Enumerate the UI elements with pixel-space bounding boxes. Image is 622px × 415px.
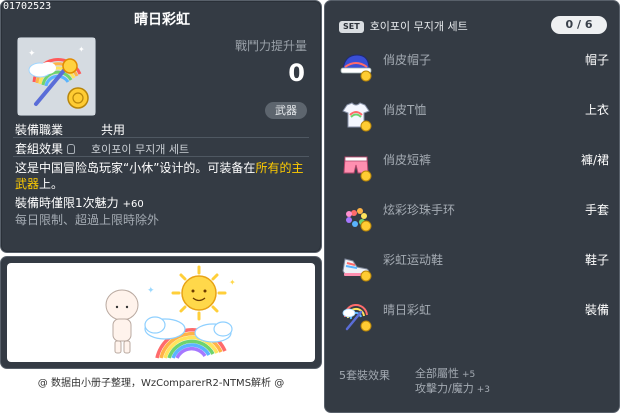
set-bonus-label: 5套裝效果 (339, 369, 390, 382)
piece-name: 炫彩珍珠手环 (383, 203, 456, 217)
charm-row: 裝備時僅限1次魅力 +60 (15, 194, 144, 211)
svg-text:✦: ✦ (78, 45, 85, 54)
combat-power-label: 戰鬥力提升量 (234, 39, 307, 53)
bonus-stat: 全部屬性 (415, 367, 459, 380)
svg-text:✦: ✦ (229, 278, 236, 287)
combat-power-value: 0 (288, 59, 305, 87)
set-bonus: 5套裝效果 全部屬性 +5 攻擊力/魔力 +3 (339, 367, 490, 395)
item-name: 晴日彩虹 (134, 12, 190, 28)
set-piece[interactable]: 俏皮T恤 上衣 (339, 99, 609, 133)
job-row: 裝備職業 共用 (15, 121, 125, 138)
divider (13, 156, 309, 157)
limit-note: 每日限制、超過上限時除外 (15, 213, 160, 227)
category-badge: 武器 (265, 102, 307, 119)
set-effect-row: 套組效果 호이포이 무지개 세트 (15, 140, 189, 157)
set-piece[interactable]: 俏皮短裤 褲/裙 (339, 149, 609, 183)
piece-name: 晴日彩虹 (383, 303, 432, 317)
preview-panel: ✦ ✦ (0, 256, 322, 369)
job-label: 裝備職業 (15, 123, 64, 137)
piece-slot: 手套 (584, 203, 609, 217)
item-icon-frame: ✦ ✦ (17, 37, 96, 116)
svg-text:✦: ✦ (147, 286, 155, 296)
item-description: 这是中国冒险岛玩家“小休”设计的。可装备在所有的主武器上。 (15, 160, 315, 192)
rainbow-wand-icon (342, 303, 372, 332)
credit-text: @ 数据由小册子整理，WzComparerR2-NTMS解析 @ (37, 378, 285, 389)
bonus-value: +3 (476, 385, 490, 395)
character-preview: ✦ ✦ (7, 263, 315, 362)
job-value: 共用 (101, 123, 126, 137)
piece-name: 俏皮T恤 (383, 103, 427, 117)
charm-label: 裝備時僅限1次魅力 (15, 196, 119, 210)
piece-slot: 上衣 (584, 103, 609, 117)
rainbow-wand-icon: ✦ ✦ (18, 38, 95, 115)
desc-text-end: 上。 (39, 177, 64, 191)
set-count-badge: 0 / 6 (551, 16, 607, 34)
set-piece[interactable]: 彩虹运动鞋 鞋子 (339, 249, 609, 283)
piece-name: 俏皮帽子 (383, 53, 432, 67)
bonus-line: 全部屬性 +5 (415, 367, 555, 382)
set-piece[interactable]: 炫彩珍珠手环 手套 (339, 199, 609, 233)
set-header: SET 호이포이 무지개 세트 (339, 18, 468, 34)
set-effect-name: 호이포이 무지개 세트 (91, 143, 190, 156)
set-piece[interactable]: 俏皮帽子 帽子 (339, 49, 609, 83)
piece-slot: 裝備 (584, 303, 609, 317)
charm-value: +60 (122, 199, 144, 210)
piece-name: 俏皮短裤 (383, 153, 432, 167)
character-preview-art: ✦ ✦ (105, 265, 236, 359)
divider (13, 137, 309, 138)
set-badge: SET (339, 21, 364, 33)
set-effect-panel: SET 호이포이 무지개 세트 0 / 6 俏皮帽子 帽子 俏皮T恤 上衣 俏皮短… (324, 0, 620, 413)
shorts-icon (343, 156, 372, 182)
piece-name: 彩虹运动鞋 (383, 253, 444, 267)
set-effect-label: 套組效果 (15, 142, 64, 156)
sneaker-icon (342, 258, 372, 282)
set-piece[interactable]: 晴日彩虹 裝備 (339, 299, 609, 333)
tshirt-icon (342, 102, 372, 132)
piece-slot: 帽子 (584, 53, 609, 67)
desc-text: 这是中国冒险岛玩家“小休”设计的。可装备在 (15, 161, 256, 175)
bonus-line: 攻擊力/魔力 +3 (415, 382, 555, 397)
piece-slot: 鞋子 (584, 253, 609, 267)
sun-icon (171, 265, 227, 321)
svg-text:✦: ✦ (28, 49, 36, 59)
set-bonus-lines: 全部屬性 +5 攻擊力/魔力 +3 (415, 367, 555, 397)
bonus-stat: 攻擊力/魔力 (415, 382, 474, 395)
character-sprite (105, 289, 139, 354)
hat-icon (340, 54, 372, 82)
bonus-value: +5 (462, 370, 476, 380)
set-title: 호이포이 무지개 세트 (369, 20, 468, 33)
piece-slot: 褲/裙 (580, 153, 609, 167)
bracelet-icon (346, 208, 372, 232)
lock-icon (67, 144, 76, 154)
item-tooltip-panel: 01702523 晴日彩虹 ✦ ✦ 戰鬥力提升量 0 武器 裝備職業 共用 套組… (0, 0, 322, 253)
